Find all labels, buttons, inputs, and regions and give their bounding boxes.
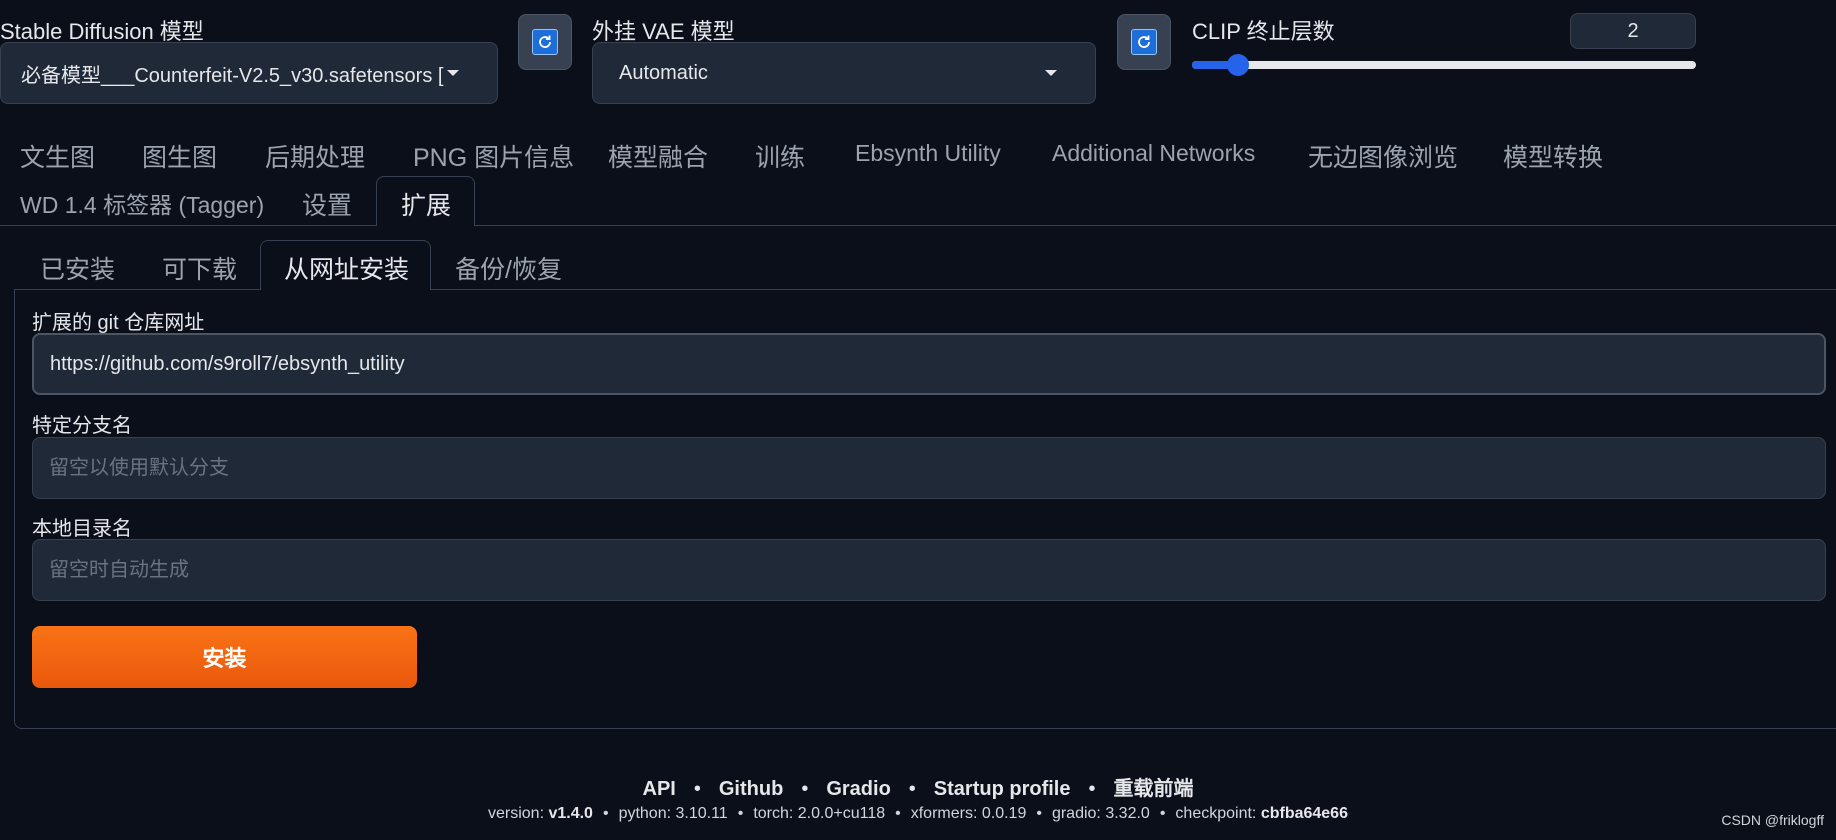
tab-txt2img[interactable]: 文生图 (20, 138, 95, 174)
version-item: gradio: 3.32.0 (1051, 805, 1150, 822)
tab-extensions[interactable]: 扩展 (401, 186, 451, 222)
tab-model-converter[interactable]: 模型转换 (1503, 138, 1603, 174)
tab-train[interactable]: 训练 (755, 138, 805, 174)
clip-skip-label: CLIP 终止层数 (1192, 19, 1335, 44)
version-info: version: v1.4.0 • python: 3.10.11 • torch: 2… (0, 805, 1836, 823)
refresh-icon (1131, 29, 1157, 55)
vae-refresh-button[interactable] (1117, 14, 1171, 70)
branch-input[interactable] (32, 437, 1826, 499)
tab-extras[interactable]: 后期处理 (265, 138, 365, 174)
sd-model-value: 必备模型___Counterfeit-V2.5_v30.safetensors … (21, 64, 444, 87)
chevron-down-icon (1045, 70, 1057, 76)
slider-thumb[interactable] (1227, 54, 1250, 76)
version-item: version: v1.4.0 (488, 805, 593, 822)
tab-settings[interactable]: 设置 (302, 186, 352, 222)
reload-ui-link[interactable]: 重载前端 (1113, 778, 1193, 800)
separator-dot: • (602, 805, 609, 822)
tab-img2img[interactable]: 图生图 (142, 138, 217, 174)
separator-dot: • (895, 805, 901, 822)
git-url-label: 扩展的 git 仓库网址 (32, 312, 205, 334)
subtab-install-from-url[interactable]: 从网址安装 (284, 250, 409, 286)
tab-additional-networks[interactable]: Additional Networks (1052, 140, 1255, 167)
version-item: checkpoint: cbfba64e66 (1175, 805, 1348, 822)
separator-dot: • (1159, 805, 1166, 822)
subtab-installed[interactable]: 已安装 (40, 250, 115, 286)
version-item: python: 3.10.11 (618, 805, 728, 822)
slider-track (1192, 61, 1696, 69)
sd-model-refresh-button[interactable] (518, 14, 572, 70)
version-item: xformers: 0.0.19 (910, 805, 1027, 822)
install-button[interactable]: 安装 (32, 626, 417, 688)
sd-model-dropdown[interactable]: 必备模型___Counterfeit-V2.5_v30.safetensors … (0, 42, 498, 104)
separator-dot: • (737, 805, 744, 822)
vae-dropdown[interactable]: Automatic (592, 42, 1096, 104)
tab-wd14-tagger[interactable]: WD 1.4 标签器 (Tagger) (20, 186, 264, 220)
branch-label: 特定分支名 (32, 415, 132, 437)
tab-checkpoint-merger[interactable]: 模型融合 (608, 138, 708, 174)
tab-divider (475, 225, 1836, 226)
local-dir-label: 本地目录名 (32, 518, 132, 540)
tab-ebsynth-utility[interactable]: Ebsynth Utility (855, 140, 1001, 167)
github-link[interactable]: Github (719, 778, 783, 800)
chevron-down-icon (447, 70, 459, 76)
clip-skip-number-input[interactable]: 2 (1570, 13, 1696, 49)
footer-links: API • Github • Gradio • Startup profile • 重载前端 (642, 778, 1194, 800)
tab-infinite-image-browsing[interactable]: 无边图像浏览 (1308, 138, 1458, 174)
api-link[interactable]: API (643, 778, 676, 800)
tab-divider (0, 225, 376, 226)
startup-profile-link[interactable]: Startup profile (934, 778, 1071, 800)
separator-dot: • (1036, 805, 1042, 822)
subtab-available[interactable]: 可下载 (162, 250, 237, 286)
gradio-link[interactable]: Gradio (826, 778, 890, 800)
git-url-input[interactable] (32, 333, 1826, 395)
clip-skip-slider[interactable] (1192, 54, 1696, 76)
tab-png-info[interactable]: PNG 图片信息 (413, 138, 574, 174)
watermark: CSDN @friklogff (1721, 812, 1824, 828)
subtab-backup-restore[interactable]: 备份/恢复 (455, 250, 562, 286)
refresh-icon (532, 29, 558, 55)
vae-value: Automatic (619, 61, 708, 84)
version-item: torch: 2.0.0+cu118 (753, 805, 886, 822)
local-dir-input[interactable] (32, 539, 1826, 601)
